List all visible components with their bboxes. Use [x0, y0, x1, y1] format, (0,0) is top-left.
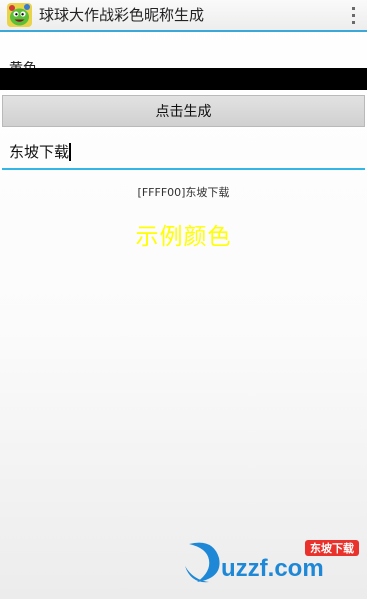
app-title: 球球大作战彩色昵称生成: [39, 6, 205, 24]
generated-code: [FFFF00]东坡下载: [137, 186, 230, 199]
nickname-input[interactable]: 东坡下载: [2, 134, 365, 170]
uzzf-watermark-logo: 东坡下载 uzzf.com: [185, 540, 359, 583]
color-preview-bar: [0, 68, 367, 90]
overflow-menu-icon[interactable]: [348, 7, 358, 24]
watermark-site-text: uzzf.com: [221, 555, 324, 582]
sample-color-text: 示例颜色: [135, 224, 232, 250]
text-caret: [69, 143, 72, 161]
watermark-badge-text: 东坡下载: [310, 541, 354, 555]
green-monster-app-icon[interactable]: [7, 3, 32, 27]
nickname-input-value: 东坡下载: [9, 143, 70, 161]
generate-button[interactable]: 点击生成: [2, 95, 365, 127]
action-bar: 球球大作战彩色昵称生成: [0, 0, 367, 32]
